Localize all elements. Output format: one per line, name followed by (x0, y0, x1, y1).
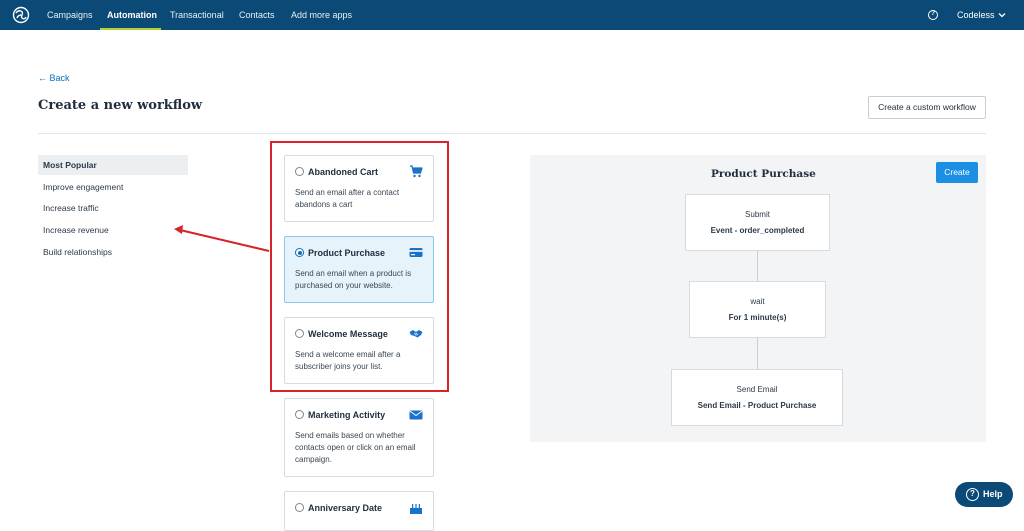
user-menu[interactable]: Codeless (957, 0, 995, 30)
card-title: Marketing Activity (308, 410, 386, 420)
sidebar-item-most-popular[interactable]: Most Popular (38, 155, 188, 175)
radio-marketing-activity[interactable] (295, 410, 304, 419)
top-nav: Campaigns Automation Transactional Conta… (0, 0, 1024, 30)
nav-active-underline (100, 28, 161, 30)
help-icon[interactable]: ? (928, 10, 938, 20)
page-title: Create a new workflow (38, 98, 203, 113)
chevron-down-icon[interactable] (997, 10, 1007, 20)
question-icon: ? (966, 488, 979, 501)
flow-step-trigger: Submit Event - order_completed (685, 194, 830, 251)
flow-step-send-email: Send Email Send Email - Product Purchase (671, 369, 843, 426)
card-description: Send emails based on whether contacts op… (295, 431, 416, 464)
nav-campaigns[interactable]: Campaigns (47, 0, 93, 30)
sidebar-item-increase-revenue[interactable]: Increase revenue (38, 220, 188, 240)
flow-step-label: Submit (745, 210, 770, 219)
sidebar-item-improve-engagement[interactable]: Improve engagement (38, 177, 188, 197)
flow-connector (757, 338, 758, 369)
workflow-card-marketing-activity[interactable]: Marketing Activity Send emails based on … (284, 398, 434, 477)
flow-step-label: Send Email (736, 385, 778, 394)
flow-step-detail: For 1 minute(s) (728, 313, 787, 322)
create-custom-workflow-button[interactable]: Create a custom workflow (868, 96, 986, 119)
nav-transactional[interactable]: Transactional (170, 0, 224, 30)
cake-icon (410, 504, 422, 514)
nav-add-more-apps[interactable]: Add more apps (291, 0, 352, 30)
create-button[interactable]: Create (936, 162, 978, 183)
sidebar-item-build-relationships[interactable]: Build relationships (38, 242, 188, 262)
workflow-card-anniversary-date[interactable]: Anniversary Date (284, 491, 434, 531)
envelope-icon (409, 410, 423, 420)
flow-step-label: wait (750, 297, 765, 306)
highlight-box (270, 141, 449, 392)
header-divider (38, 133, 986, 134)
sidebar-item-increase-traffic[interactable]: Increase traffic (38, 198, 188, 218)
back-link[interactable]: ← Back (38, 73, 70, 83)
flow-step-wait: wait For 1 minute(s) (689, 281, 826, 338)
annotation-arrow-icon (174, 225, 270, 252)
radio-anniversary-date[interactable] (295, 503, 304, 512)
logo-icon[interactable] (12, 6, 30, 24)
card-title: Anniversary Date (308, 503, 383, 513)
nav-automation[interactable]: Automation (107, 0, 157, 30)
help-icon-glyph: ? (930, 10, 936, 17)
flow-step-detail: Send Email - Product Purchase (697, 401, 817, 410)
preview-title: Product Purchase (711, 168, 816, 180)
help-label: Help (983, 489, 1003, 499)
help-button[interactable]: ? Help (955, 482, 1013, 507)
flow-step-detail: Event - order_completed (710, 226, 805, 235)
flow-connector (757, 251, 758, 281)
nav-contacts[interactable]: Contacts (239, 0, 275, 30)
